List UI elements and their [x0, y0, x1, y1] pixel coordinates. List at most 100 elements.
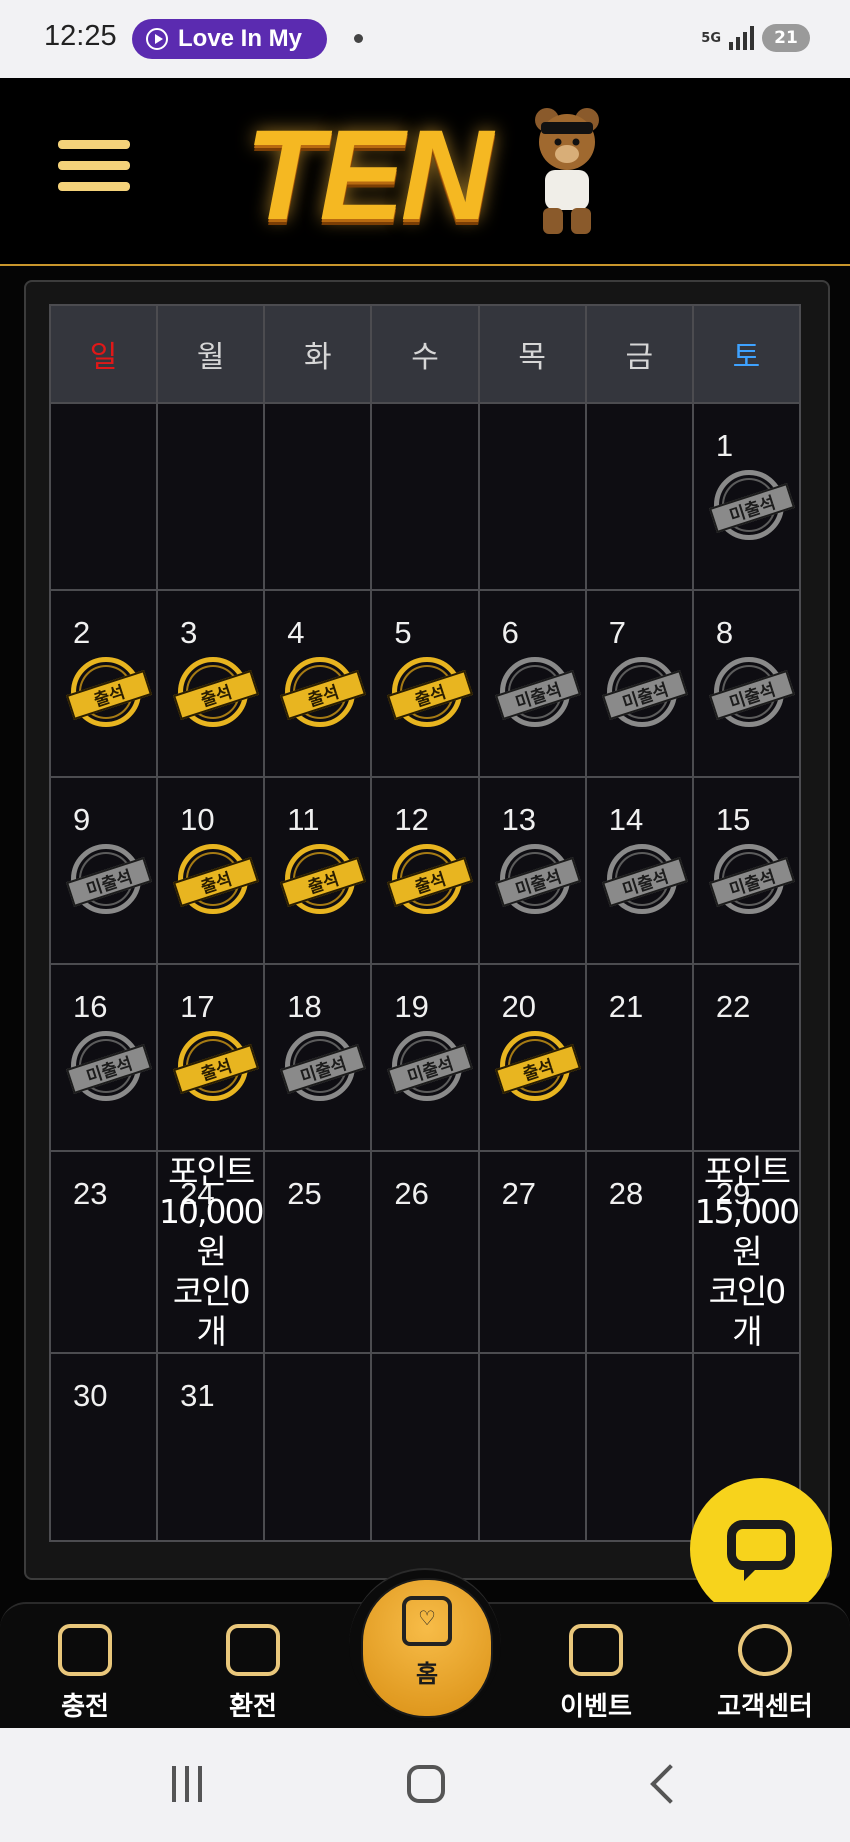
- calendar-day-cell[interactable]: 25: [263, 1150, 373, 1354]
- attended-stamp-icon: 출석: [280, 657, 367, 727]
- stamp-label: 미출석: [601, 856, 688, 908]
- calendar-day-cell[interactable]: 17 출석: [156, 963, 266, 1152]
- absent-stamp-icon: 미출석: [387, 1031, 474, 1101]
- system-nav-bar: [0, 1728, 850, 1842]
- nav-support[interactable]: 고객센터: [690, 1624, 840, 1723]
- attended-stamp-icon: 출석: [387, 844, 474, 914]
- absent-stamp-icon: 미출석: [708, 844, 795, 914]
- calendar-day-cell[interactable]: 24 포인트 10,000 원 코인0 개: [156, 1150, 266, 1354]
- stamp-label: 미출석: [494, 856, 581, 908]
- calendar-day-cell[interactable]: 3 출석: [156, 589, 266, 778]
- network-type: 5G: [701, 30, 721, 46]
- day-number: 10: [180, 802, 215, 837]
- attended-stamp-icon: 출석: [65, 657, 153, 727]
- back-chevron-icon[interactable]: [650, 1764, 690, 1804]
- day-number: 21: [608, 989, 644, 1024]
- home-circle-icon[interactable]: [407, 1765, 445, 1803]
- calendar-day-cell[interactable]: 26: [370, 1150, 480, 1354]
- calendar-day-cell[interactable]: 22: [691, 963, 802, 1152]
- calendar-empty-cell: [477, 1352, 587, 1542]
- nav-event-label: 이벤트: [560, 1692, 632, 1722]
- calendar-day-cell[interactable]: 20 출석: [477, 963, 587, 1152]
- absent-stamp-icon: 미출석: [708, 470, 795, 540]
- logo[interactable]: TEN: [245, 98, 605, 248]
- calendar-day-cell[interactable]: 9 미출석: [48, 776, 159, 965]
- calendar-day-cell[interactable]: 23: [48, 1150, 159, 1354]
- nav-home[interactable]: ♡ 홈: [361, 1578, 493, 1718]
- calendar-day-cell[interactable]: 2 출석: [48, 589, 159, 778]
- absent-stamp-icon: 미출석: [601, 657, 688, 727]
- calendar-day-cell[interactable]: 18 미출석: [263, 963, 373, 1152]
- calendar-day-cell[interactable]: 13 미출석: [477, 776, 587, 965]
- day-number: 13: [501, 802, 537, 837]
- reward-line: 원: [196, 1232, 227, 1271]
- attended-stamp-icon: 출석: [494, 1031, 581, 1101]
- calendar-week-row: 16 미출석 17 출석 18 미출석 19 미출석 20 출석 21 22: [48, 963, 802, 1152]
- day-number: 3: [180, 615, 198, 650]
- stamp-label: 출석: [65, 669, 153, 721]
- calendar-day-cell[interactable]: 19 미출석: [370, 963, 480, 1152]
- calendar-day-cell[interactable]: 14 미출석: [584, 776, 694, 965]
- day-number: 19: [394, 989, 429, 1024]
- home-heart-icon: ♡: [402, 1596, 452, 1646]
- calendar-day-cell[interactable]: 16 미출석: [48, 963, 159, 1152]
- calendar-day-cell[interactable]: 27: [477, 1150, 587, 1354]
- calendar-week-row: 2 출석 3 출석 4 출석 5 출석 6 미출석 7 미출석 8 미출석: [48, 589, 802, 778]
- calendar-day-cell[interactable]: 15 미출석: [691, 776, 802, 965]
- absent-stamp-icon: 미출석: [65, 1031, 153, 1101]
- stamp-label: 미출석: [708, 856, 795, 908]
- nav-exchange[interactable]: 환전: [178, 1624, 328, 1723]
- stamp-label: 출석: [173, 669, 260, 721]
- status-time: 12:25: [44, 20, 117, 52]
- calendar-empty-cell: [584, 402, 694, 591]
- attended-stamp-icon: 출석: [280, 844, 367, 914]
- day-number: 7: [608, 615, 626, 650]
- day-number: 30: [73, 1378, 108, 1413]
- calendar-day-cell[interactable]: 30: [48, 1352, 159, 1542]
- reward-line: 코인0: [172, 1272, 251, 1311]
- calendar-day-cell[interactable]: 31: [156, 1352, 266, 1542]
- chat-button[interactable]: [690, 1478, 832, 1620]
- stamp-label: 출석: [173, 1043, 260, 1095]
- hamburger-menu-icon[interactable]: [58, 140, 130, 204]
- nav-event[interactable]: 이벤트: [521, 1624, 671, 1723]
- calendar-day-cell[interactable]: 28: [584, 1150, 694, 1354]
- calendar-week-row: 30 31: [48, 1352, 802, 1542]
- stamp-label: 미출석: [494, 669, 581, 721]
- calendar-empty-cell: [370, 1352, 480, 1542]
- nav-charge-label: 충전: [61, 1692, 109, 1722]
- attended-stamp-icon: 출석: [173, 657, 260, 727]
- calendar-day-cell[interactable]: 8 미출석: [691, 589, 802, 778]
- day-number: 18: [287, 989, 322, 1024]
- calendar-week-row: 9 미출석 10 출석 11 출석 12 출석 13 미출석 14 미출석 15 미출석: [48, 776, 802, 965]
- exchange-hand-icon: [226, 1624, 280, 1676]
- reward-line: 15,000: [694, 1192, 800, 1231]
- calendar-day-cell[interactable]: 21: [584, 963, 694, 1152]
- notification-dot-icon: [354, 34, 363, 43]
- status-bar: 12:25 Love In My 5G 21: [0, 0, 850, 78]
- calendar-day-cell[interactable]: 5 출석: [370, 589, 480, 778]
- app-header: TEN: [0, 78, 850, 266]
- day-number: 14: [608, 802, 644, 837]
- day-number: 27: [501, 1176, 537, 1211]
- calendar-day-cell[interactable]: 29 포인트 15,000 원 코인0 개: [691, 1150, 802, 1354]
- media-pill[interactable]: Love In My: [132, 19, 327, 59]
- calendar-day-cell[interactable]: 10 출석: [156, 776, 266, 965]
- calendar-day-cell[interactable]: 1 미출석: [691, 402, 802, 591]
- calendar-day-cell[interactable]: 4 출석: [263, 589, 373, 778]
- recent-apps-icon[interactable]: [172, 1766, 208, 1802]
- status-icons: 5G 21: [701, 24, 810, 52]
- day-number: 1: [715, 428, 734, 463]
- reward-text: 포인트 15,000 원 코인0 개: [694, 1152, 800, 1352]
- weekday-sat: 토: [691, 304, 802, 404]
- attended-stamp-icon: 출석: [387, 657, 474, 727]
- calendar-empty-cell: [263, 1352, 373, 1542]
- calendar-day-cell[interactable]: 6 미출석: [477, 589, 587, 778]
- media-pill-label: Love In My: [178, 25, 303, 52]
- stamp-label: 출석: [494, 1043, 581, 1095]
- day-number: 28: [608, 1176, 644, 1211]
- calendar-day-cell[interactable]: 11 출석: [263, 776, 373, 965]
- nav-charge[interactable]: 충전: [10, 1624, 160, 1723]
- calendar-day-cell[interactable]: 7 미출석: [584, 589, 694, 778]
- calendar-day-cell[interactable]: 12 출석: [370, 776, 480, 965]
